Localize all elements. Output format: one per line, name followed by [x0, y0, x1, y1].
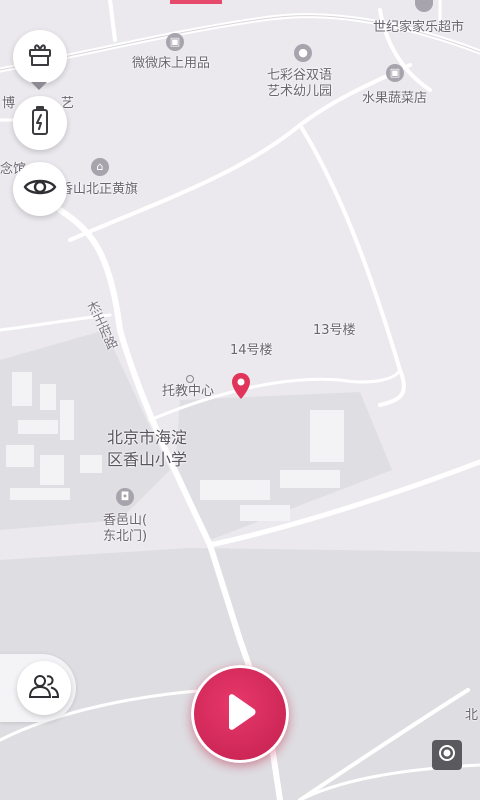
users-icon: [28, 672, 60, 704]
map-label-partial-right: 北: [465, 708, 479, 723]
map-label-supermarket: 世纪家家乐超市: [373, 20, 465, 35]
childcare-dot: [186, 375, 194, 383]
bus-poi-icon[interactable]: ◘: [116, 488, 134, 506]
location-pin-icon[interactable]: [231, 372, 251, 400]
battery-icon: [26, 106, 54, 140]
map-label-flag: 香山北正黄旗: [60, 182, 139, 197]
map-label-kindergarten-1: 七彩谷双语: [267, 68, 333, 83]
top-indicator: [172, 0, 222, 4]
map-label-building-14: 14号楼: [230, 343, 273, 358]
map-label-school-2: 区香山小学: [107, 450, 188, 469]
gift-button[interactable]: [13, 30, 67, 84]
home-poi-icon[interactable]: ⌂: [91, 158, 109, 176]
shop-poi-icon-2[interactable]: ▣: [386, 64, 404, 82]
play-button[interactable]: [191, 665, 289, 763]
eye-icon: [23, 176, 57, 202]
eye-button[interactable]: [13, 162, 67, 216]
school-poi-icon[interactable]: ●: [294, 44, 312, 62]
map-label-bus-stop-2: 东北门): [103, 529, 148, 544]
map-label-school-1: 北京市海淀: [107, 428, 188, 447]
locate-icon: [436, 742, 458, 768]
locate-button[interactable]: [432, 740, 462, 770]
map-label-fruit-shop: 水果蔬菜店: [362, 91, 428, 106]
map-label-childcare: 托教中心: [162, 384, 215, 399]
battery-button[interactable]: [13, 96, 67, 150]
map-label-bedding: 微微床上用品: [132, 56, 211, 71]
gift-button-pointer: [31, 82, 47, 90]
map-label-kindergarten-2: 艺术幼儿园: [267, 84, 333, 99]
play-icon: [223, 693, 257, 735]
map-label-partial-left: 博: [2, 96, 16, 111]
map-label-building-13: 13号楼: [313, 323, 356, 338]
friends-button[interactable]: [17, 661, 71, 715]
shop-poi-icon[interactable]: ▣: [166, 33, 184, 51]
map-label-bus-stop-1: 香邑山(: [103, 513, 148, 528]
gift-icon: [26, 41, 54, 73]
